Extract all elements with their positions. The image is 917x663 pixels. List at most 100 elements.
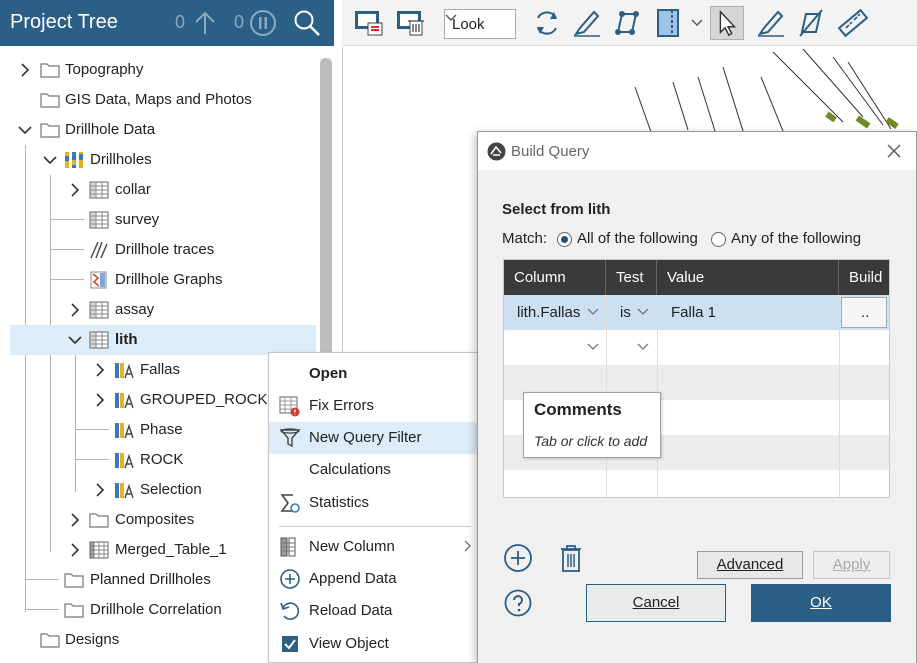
chevron-right-icon[interactable] bbox=[92, 362, 108, 378]
tree-item-label: Merged_Table_1 bbox=[115, 541, 227, 558]
tree-item-label: ROCK bbox=[140, 451, 184, 468]
ruler-icon[interactable] bbox=[836, 6, 870, 40]
chevron-right-icon[interactable] bbox=[67, 302, 83, 318]
tree-item-collar[interactable]: collar bbox=[0, 175, 318, 205]
query-test-cell[interactable]: is bbox=[620, 304, 631, 321]
match-all-label[interactable]: All of the following bbox=[577, 230, 698, 247]
draw-line-icon[interactable] bbox=[754, 6, 788, 40]
tree-item-label: Drillhole Correlation bbox=[90, 601, 222, 618]
upload-arrow-icon[interactable] bbox=[190, 8, 220, 38]
tree-item-selection[interactable]: Selection bbox=[0, 475, 268, 505]
erase-polyline-icon[interactable] bbox=[794, 6, 828, 40]
tree-item-label: Topography bbox=[65, 61, 144, 78]
delete-condition-icon[interactable] bbox=[558, 543, 584, 573]
column-header-test: Test bbox=[606, 260, 657, 295]
chevron-down-icon[interactable] bbox=[587, 307, 599, 317]
chevron-right-icon[interactable] bbox=[67, 182, 83, 198]
chevron-down-icon[interactable] bbox=[691, 18, 703, 28]
close-icon[interactable] bbox=[886, 143, 902, 159]
menu-item-new-query-filter[interactable]: New Query Filter bbox=[269, 422, 481, 454]
chevron-right-icon[interactable] bbox=[17, 62, 33, 78]
tree-item-drillholes[interactable]: Drillholes bbox=[0, 145, 318, 175]
category-column-icon bbox=[115, 453, 134, 469]
pause-count: 0 bbox=[234, 12, 245, 32]
query-column-cell[interactable]: lith.Fallas bbox=[517, 304, 580, 321]
query-row-empty[interactable] bbox=[504, 470, 889, 497]
ok-button[interactable]: OK bbox=[751, 584, 891, 622]
menu-item-open[interactable]: Open bbox=[269, 358, 481, 390]
table-icon bbox=[89, 211, 109, 229]
rotate-view-icon[interactable] bbox=[530, 6, 564, 40]
tree-item-planned-drillholes[interactable]: Planned Drillholes bbox=[0, 565, 268, 595]
menu-item-fix-errors[interactable]: Fix Errors bbox=[269, 390, 481, 422]
table-icon bbox=[89, 301, 109, 319]
match-any-label[interactable]: Any of the following bbox=[731, 230, 861, 247]
query-value-cell[interactable]: Falla 1 bbox=[671, 304, 716, 321]
select-pointer-icon[interactable] bbox=[710, 6, 744, 40]
tree-item-survey[interactable]: survey bbox=[0, 205, 318, 235]
add-condition-icon[interactable] bbox=[503, 543, 533, 573]
tree-item-rock[interactable]: ROCK bbox=[0, 445, 268, 475]
chevron-right-icon[interactable] bbox=[67, 512, 83, 528]
match-all-radio[interactable] bbox=[557, 232, 572, 247]
look-dropdown[interactable]: Look bbox=[444, 9, 516, 39]
menu-item-append-data[interactable]: Append Data bbox=[269, 563, 481, 595]
menu-item-statistics[interactable]: Statistics bbox=[269, 487, 481, 519]
tree-item-label: Drillhole Graphs bbox=[115, 271, 223, 288]
tree-item-grouped-rock[interactable]: GROUPED_ROCK bbox=[0, 385, 268, 415]
chevron-right-icon[interactable] bbox=[67, 542, 83, 558]
grid-divider bbox=[839, 295, 840, 497]
menu-item-view-object[interactable]: View Object bbox=[269, 628, 481, 660]
chevron-right-icon[interactable] bbox=[92, 482, 108, 498]
tree-scrollbar-thumb[interactable] bbox=[320, 58, 332, 388]
folder-icon bbox=[40, 633, 60, 648]
menu-item-new-column[interactable]: New Column bbox=[269, 531, 481, 563]
chevron-right-icon[interactable] bbox=[92, 392, 108, 408]
query-row[interactable]: lith.Fallas is Falla 1 .. bbox=[504, 295, 889, 330]
tree-item-composites[interactable]: Composites bbox=[0, 505, 268, 535]
advanced-button[interactable]: Advanced bbox=[697, 551, 803, 579]
tree-item-drillhole-correlation[interactable]: Drillhole Correlation bbox=[0, 595, 268, 625]
search-icon[interactable] bbox=[292, 8, 322, 38]
tree-item-merged-table[interactable]: Merged_Table_1 bbox=[0, 535, 268, 565]
screenshot-icon[interactable] bbox=[352, 6, 386, 40]
chevron-down-icon[interactable] bbox=[17, 122, 33, 138]
chevron-down-icon[interactable] bbox=[42, 152, 58, 168]
chevron-down-icon[interactable] bbox=[67, 332, 83, 348]
build-query-dialog: Build Query Select from lith Match: All … bbox=[477, 131, 917, 663]
tree-item-lith[interactable]: lith bbox=[10, 325, 316, 355]
tree-item-phase[interactable]: Phase bbox=[0, 415, 268, 445]
tree-item-label: Drillholes bbox=[90, 151, 152, 168]
query-row-empty[interactable] bbox=[504, 330, 889, 365]
tree-item-label: lith bbox=[115, 331, 138, 348]
chevron-down-icon[interactable] bbox=[637, 307, 649, 317]
draw-plane-icon[interactable] bbox=[570, 6, 604, 40]
menu-item-calculations[interactable]: Calculations bbox=[269, 454, 481, 486]
tree-item-drillhole-data[interactable]: Drillhole Data bbox=[0, 115, 318, 145]
apply-button[interactable]: Apply bbox=[813, 551, 890, 579]
column-header-build: Build bbox=[839, 260, 889, 295]
slice-icon[interactable] bbox=[652, 6, 686, 40]
drillhole-graphs-icon bbox=[90, 271, 107, 289]
match-any-radio[interactable] bbox=[711, 232, 726, 247]
help-icon[interactable] bbox=[504, 589, 532, 617]
chevron-down-icon[interactable] bbox=[637, 342, 649, 352]
dialog-titlebar[interactable]: Build Query bbox=[478, 132, 916, 170]
project-tree-title: Project Tree bbox=[10, 11, 118, 33]
tree-item-topography[interactable]: Topography bbox=[0, 55, 318, 85]
polyline-edit-icon[interactable] bbox=[610, 6, 644, 40]
folder-icon bbox=[40, 93, 60, 108]
tree-item-drillhole-traces[interactable]: Drillhole traces bbox=[0, 235, 318, 265]
pause-icon[interactable] bbox=[248, 8, 278, 38]
menu-item-reload-data[interactable]: Reload Data bbox=[269, 595, 481, 627]
tree-item-gis-data[interactable]: GIS Data, Maps and Photos bbox=[0, 85, 318, 115]
chevron-down-icon[interactable] bbox=[587, 342, 599, 352]
tree-item-drillhole-graphs[interactable]: Drillhole Graphs bbox=[0, 265, 318, 295]
build-value-button[interactable]: .. bbox=[841, 297, 887, 328]
tree-item-fallas[interactable]: Fallas bbox=[0, 355, 268, 385]
clear-scene-icon[interactable] bbox=[394, 6, 428, 40]
select-from-heading: Select from lith bbox=[502, 201, 611, 218]
tree-item-assay[interactable]: assay bbox=[0, 295, 318, 325]
tree-item-designs[interactable]: Designs bbox=[0, 625, 268, 655]
cancel-button[interactable]: Cancel bbox=[586, 584, 726, 622]
